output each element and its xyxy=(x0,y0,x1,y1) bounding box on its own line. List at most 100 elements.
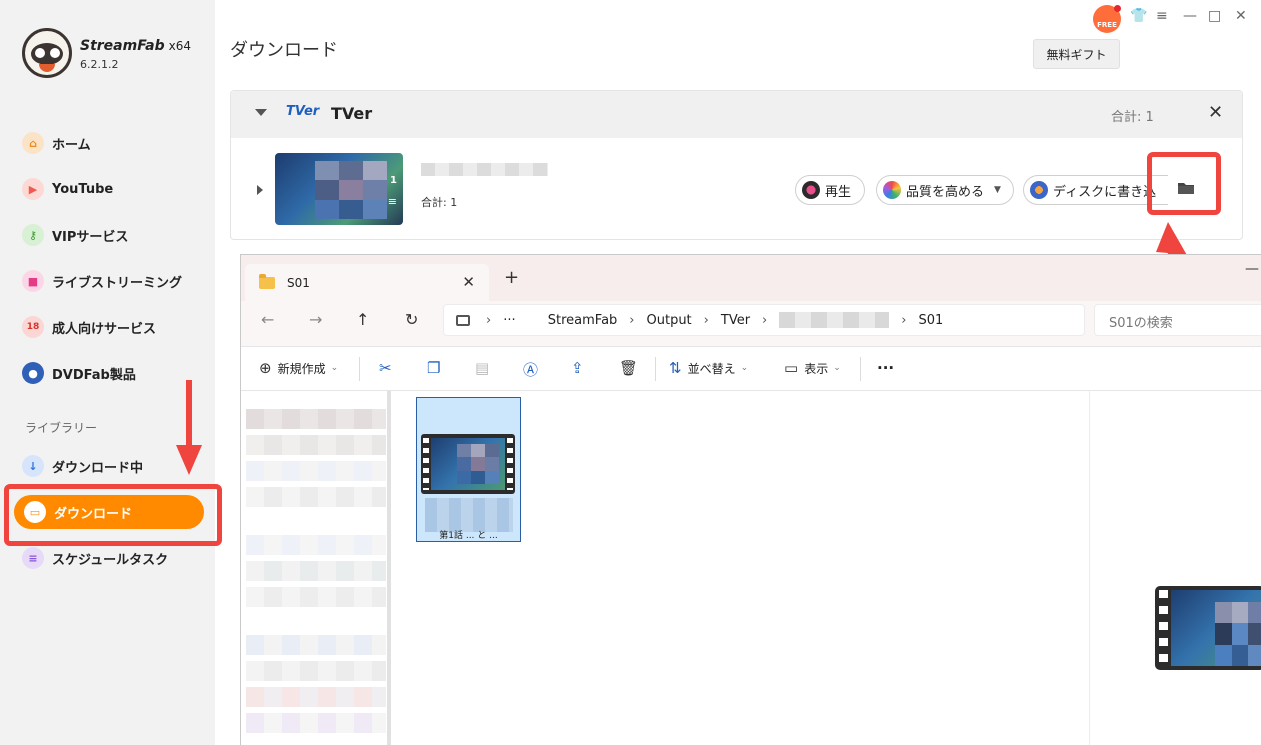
enhance-dropdown-icon[interactable]: ▼ xyxy=(994,185,1001,195)
streamfab-logo-icon xyxy=(22,28,72,78)
tab-close-icon[interactable]: ✕ xyxy=(462,273,475,291)
back-arrow-icon[interactable]: ← xyxy=(261,310,274,329)
group-header[interactable]: TVer TVer 合計: 1 ✕ xyxy=(231,91,1242,138)
group-close-icon[interactable]: ✕ xyxy=(1208,102,1223,123)
view-icon: ▭ xyxy=(784,359,799,377)
up-arrow-icon[interactable]: ↑ xyxy=(356,310,369,329)
skin-shirt-icon[interactable]: 👕 xyxy=(1130,8,1147,24)
nav-item-redacted[interactable] xyxy=(246,687,386,707)
library-section-label: ライブラリー xyxy=(25,421,98,435)
sidebar-item-label: スケジュールタスク xyxy=(52,552,169,568)
sort-icon: ⇅ xyxy=(669,359,682,377)
sort-label: 並べ替え xyxy=(687,361,736,376)
sidebar-item-label: VIPサービス xyxy=(52,229,129,245)
notification-dot xyxy=(1114,5,1121,12)
sidebar-item-vip[interactable]: ⚷ VIPサービス xyxy=(22,223,128,247)
nav-item-redacted[interactable] xyxy=(246,561,386,581)
file-name-redacted xyxy=(425,498,513,532)
sort-button[interactable]: ⇅ 並べ替え ⌄ xyxy=(669,359,748,377)
video-title-redacted xyxy=(421,163,548,176)
share-icon: ⇪ xyxy=(571,359,584,377)
collapse-caret-icon[interactable] xyxy=(255,109,267,116)
explorer-tab[interactable]: S01 ✕ xyxy=(245,264,489,301)
nav-item-redacted[interactable] xyxy=(246,661,386,681)
explorer-search-input[interactable]: S01の検索 xyxy=(1094,304,1261,336)
expand-caret-icon[interactable] xyxy=(257,185,263,195)
annotation-arrow-down xyxy=(176,380,202,475)
new-item-button[interactable]: ⊕ 新規作成 ⌄ xyxy=(259,359,338,377)
play-button-label: 再生 xyxy=(825,184,852,200)
refresh-icon[interactable]: ↻ xyxy=(405,310,418,329)
folder-icon xyxy=(259,273,275,289)
new-item-label: 新規作成 xyxy=(277,361,326,376)
video-file-item[interactable]: 第1話 ... と ... xyxy=(416,397,521,542)
group-total: 合計: 1 xyxy=(1111,110,1154,125)
sidebar-item-schedule[interactable]: ≡ スケジュールタスク xyxy=(22,546,168,570)
new-tab-icon[interactable]: + xyxy=(504,267,519,288)
play-button[interactable]: 再生 xyxy=(795,175,865,205)
nav-item-redacted[interactable] xyxy=(246,409,386,429)
nav-item-redacted[interactable] xyxy=(246,635,386,655)
more-options-button[interactable]: ··· xyxy=(877,359,894,377)
nav-item-redacted[interactable] xyxy=(246,535,386,555)
video-file-icon xyxy=(421,434,515,494)
copy-button[interactable]: ❐ xyxy=(427,359,446,377)
path-segment[interactable]: StreamFab xyxy=(548,313,618,328)
copy-icon: ❐ xyxy=(427,359,441,377)
menu-icon[interactable]: ≡ xyxy=(1156,8,1168,24)
share-button[interactable]: ⇪ xyxy=(571,359,590,377)
page-title: ダウンロード xyxy=(230,40,338,61)
preview-pane-divider xyxy=(1089,391,1090,745)
playlist-icon: ≡ xyxy=(387,195,397,208)
minimize-icon[interactable]: — xyxy=(1183,8,1197,24)
maximize-icon[interactable]: □ xyxy=(1208,8,1221,24)
sidebar-item-downloading[interactable]: ↓ ダウンロード中 xyxy=(22,454,143,478)
cut-button[interactable]: ✂ xyxy=(379,359,398,377)
nav-item-redacted[interactable] xyxy=(246,587,386,607)
sidebar-item-live[interactable]: ■ ライブストリーミング xyxy=(22,269,182,293)
burn-disc-icon xyxy=(1030,181,1048,199)
path-more-icon[interactable]: ··· xyxy=(503,313,515,328)
trash-icon: 🗑 xyxy=(619,359,639,377)
drag-preview-mosaic xyxy=(1215,602,1261,666)
path-segment-redacted[interactable] xyxy=(779,312,890,328)
free-gift-button[interactable]: 無料ギフト xyxy=(1033,39,1120,69)
app-arch: x64 xyxy=(168,39,192,53)
nav-item-redacted[interactable] xyxy=(246,713,386,733)
enhance-quality-button[interactable]: 品質を高める ▼ xyxy=(876,175,1014,205)
sidebar-item-home[interactable]: ⌂ ホーム xyxy=(22,131,91,155)
sidebar-item-label: ホーム xyxy=(52,137,91,153)
paste-button[interactable]: ▤ xyxy=(475,359,495,377)
sidebar-item-youtube[interactable]: ▶ YouTube xyxy=(22,177,113,201)
app-name: StreamFab x64 xyxy=(80,38,192,54)
rename-button[interactable]: Ⓐ xyxy=(523,359,544,380)
navigation-pane[interactable] xyxy=(241,391,391,745)
explorer-navbar: ← → ↑ ↻ › ··· StreamFab › Output › TVer … xyxy=(241,301,1261,346)
path-segment[interactable]: TVer xyxy=(721,313,750,328)
sidebar-item-label: ライブストリーミング xyxy=(52,275,183,291)
free-gift-badge[interactable]: FREE xyxy=(1093,5,1121,33)
address-bar[interactable]: › ··· StreamFab › Output › TVer › › S01 xyxy=(443,304,1085,336)
nav-item-redacted[interactable] xyxy=(246,461,386,481)
delete-button[interactable]: 🗑 xyxy=(619,359,644,377)
path-segment[interactable]: S01 xyxy=(918,313,943,328)
adult-18-icon: 18 xyxy=(22,316,44,338)
nav-item-redacted[interactable] xyxy=(246,435,386,455)
view-button[interactable]: ▭ 表示 ⌄ xyxy=(784,359,841,377)
sidebar-item-adult[interactable]: 18 成人向けサービス xyxy=(22,315,156,339)
live-camera-icon: ■ xyxy=(22,270,44,292)
close-icon[interactable]: ✕ xyxy=(1235,8,1247,24)
thumbnail-mosaic xyxy=(315,161,387,219)
pane-splitter[interactable] xyxy=(387,391,391,745)
explorer-minimize-icon[interactable]: — xyxy=(1245,261,1259,277)
paste-icon: ▤ xyxy=(475,359,490,377)
video-thumbnail[interactable]: 1 ≡ xyxy=(275,153,403,225)
annotation-highlight-folder xyxy=(1147,152,1221,215)
sidebar-item-dvdfab[interactable]: ● DVDFab製品 xyxy=(22,361,136,385)
path-segment[interactable]: Output xyxy=(647,313,692,328)
forward-arrow-icon[interactable]: → xyxy=(309,310,322,329)
nav-item-redacted[interactable] xyxy=(246,487,386,507)
file-thumbnail-mosaic xyxy=(457,444,499,484)
sidebar: StreamFab x64 6.2.1.2 ⌂ ホーム ▶ YouTube ⚷ V… xyxy=(0,0,215,745)
episode-count: 1 xyxy=(390,175,397,186)
